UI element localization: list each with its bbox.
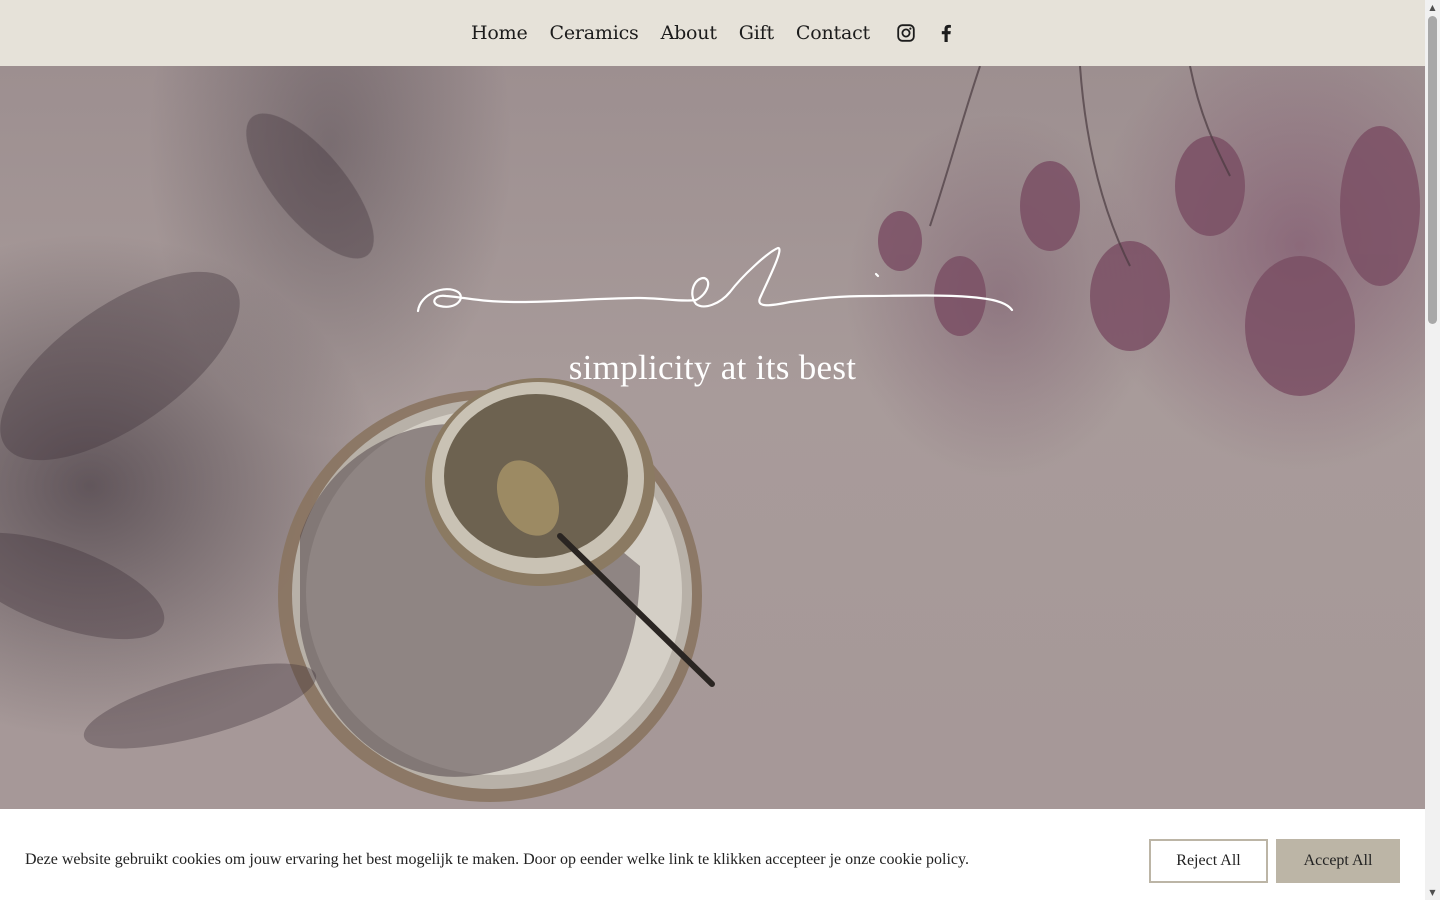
accept-all-button[interactable]: Accept All <box>1276 839 1400 883</box>
nav-link-gift[interactable]: Gift <box>739 22 774 44</box>
vertical-scrollbar[interactable]: ▲ ▼ <box>1425 0 1440 900</box>
nav-link-ceramics[interactable]: Ceramics <box>550 22 639 44</box>
instagram-icon[interactable] <box>896 23 916 43</box>
nav-link-about[interactable]: About <box>661 22 717 44</box>
cookie-consent-bar: Deze website gebruikt cookies om jouw er… <box>0 809 1425 900</box>
main-nav: Home Ceramics About Gift Contact <box>471 22 956 44</box>
cookie-message: Deze website gebruikt cookies om jouw er… <box>25 851 969 868</box>
ameli-logo <box>416 246 1014 313</box>
hero-tagline: simplicity at its best <box>568 348 857 387</box>
site-header: Home Ceramics About Gift Contact <box>0 0 1425 66</box>
hero-background-image <box>0 66 1420 802</box>
reject-all-button[interactable]: Reject All <box>1149 839 1268 883</box>
nav-link-home[interactable]: Home <box>471 22 528 44</box>
hero-banner: simplicity at its best <box>0 66 1425 900</box>
scrollbar-thumb[interactable] <box>1428 16 1437 324</box>
scroll-up-arrow-icon[interactable]: ▲ <box>1425 0 1440 15</box>
social-links <box>896 23 956 43</box>
nav-link-contact[interactable]: Contact <box>796 22 870 44</box>
facebook-icon[interactable] <box>936 23 956 43</box>
scroll-down-arrow-icon[interactable]: ▼ <box>1425 885 1440 900</box>
